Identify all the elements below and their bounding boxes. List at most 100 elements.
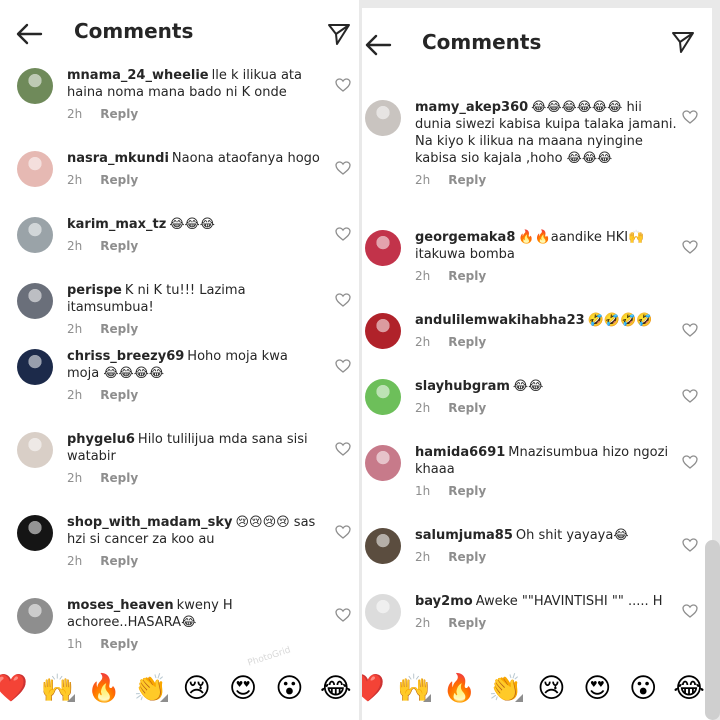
comment-text: chriss_breezy69 Hoho moja kwa moja 😂😂😂😂	[67, 348, 321, 382]
comment-list: mamy_akep360 😂😂😂😂😂😂 hii dunia siwezi kabi…	[362, 96, 712, 660]
comment-message: 😂😂	[512, 379, 544, 394]
like-heart-icon[interactable]	[682, 323, 698, 337]
heart-eyes-emoji[interactable]: 😍	[574, 673, 620, 704]
surprised-face-emoji[interactable]: 😮	[620, 673, 666, 704]
avatar[interactable]	[17, 151, 53, 187]
reply-button[interactable]: Reply	[100, 173, 138, 187]
red-heart-emoji[interactable]: ❤️	[0, 672, 34, 704]
comment-time: 2h	[67, 173, 83, 187]
comment-time: 1h	[415, 484, 431, 498]
comment-username[interactable]: nasra_mkundi	[67, 151, 169, 166]
quick-reactions-bar: ❤️ 🙌 🔥 👏 😢 😍 😮 😂	[362, 668, 712, 708]
comment-text: bay2mo Aweke ""HAVINTISHI "" ..... H	[415, 593, 682, 610]
crying-face-emoji[interactable]: 😢	[529, 673, 575, 704]
comment-item: perispe K ni K tu!!! Lazima itamsumbua! 2h…	[0, 279, 359, 345]
comment-username[interactable]: shop_with_madam_sky	[67, 515, 232, 530]
reply-button[interactable]: Reply	[448, 616, 486, 630]
avatar[interactable]	[17, 283, 53, 319]
like-heart-icon[interactable]	[335, 293, 351, 307]
raising-hands-emoji[interactable]: 🙌	[391, 672, 437, 704]
comment-message: 🤣🤣🤣🤣	[587, 313, 653, 328]
red-heart-emoji[interactable]: ❤️	[362, 672, 391, 704]
comment-username[interactable]: salumjuma85	[415, 528, 513, 543]
comment-username[interactable]: phygelu6	[67, 432, 135, 447]
reply-button[interactable]: Reply	[448, 401, 486, 415]
avatar[interactable]	[365, 230, 401, 266]
avatar[interactable]	[17, 68, 53, 104]
avatar[interactable]	[365, 313, 401, 349]
avatar[interactable]	[365, 445, 401, 481]
comment-username[interactable]: mnama_24_wheelie	[67, 68, 209, 83]
comment-meta: 2h Reply	[67, 553, 321, 570]
avatar[interactable]	[17, 515, 53, 551]
raising-hands-emoji[interactable]: 🙌	[34, 672, 80, 704]
like-heart-icon[interactable]	[682, 455, 698, 469]
comment-username[interactable]: mamy_akep360	[415, 100, 528, 115]
comment-username[interactable]: slayhubgram	[415, 379, 510, 394]
comments-panel-right: Comments mamy_akep360 😂😂😂😂😂😂 hii dunia si…	[362, 8, 712, 720]
like-heart-icon[interactable]	[335, 525, 351, 539]
like-heart-icon[interactable]	[335, 161, 351, 175]
comment-text: georgemaka8 🔥🔥aandike HKI🙌 itakuwa bomba	[415, 229, 682, 263]
avatar[interactable]	[365, 379, 401, 415]
reply-button[interactable]: Reply	[448, 173, 486, 187]
reply-button[interactable]: Reply	[100, 322, 138, 336]
avatar[interactable]	[365, 594, 401, 630]
surprised-face-emoji[interactable]: 😮	[266, 673, 312, 704]
clapping-hands-emoji[interactable]: 👏	[483, 672, 529, 704]
reply-button[interactable]: Reply	[100, 388, 138, 402]
comment-username[interactable]: karim_max_tz	[67, 217, 166, 232]
avatar[interactable]	[17, 217, 53, 253]
reply-button[interactable]: Reply	[100, 107, 138, 121]
like-heart-icon[interactable]	[682, 110, 698, 124]
reply-button[interactable]: Reply	[448, 269, 486, 283]
like-heart-icon[interactable]	[335, 608, 351, 622]
avatar[interactable]	[17, 432, 53, 468]
like-heart-icon[interactable]	[682, 538, 698, 552]
comment-username[interactable]: hamida6691	[415, 445, 505, 460]
like-heart-icon[interactable]	[682, 240, 698, 254]
comment-body: hamida6691 Mnazisumbua hizo ngozi khaaa 1h…	[415, 444, 682, 500]
like-heart-icon[interactable]	[335, 227, 351, 241]
reply-button[interactable]: Reply	[100, 554, 138, 568]
comment-item: mnama_24_wheelie lle k ilikua ata haina n…	[0, 64, 359, 147]
avatar[interactable]	[17, 598, 53, 634]
comment-username[interactable]: chriss_breezy69	[67, 349, 184, 364]
fire-emoji[interactable]: 🔥	[81, 672, 127, 704]
like-heart-icon[interactable]	[335, 78, 351, 92]
comment-meta: 2h Reply	[67, 106, 321, 123]
laughing-face-emoji[interactable]: 😂	[313, 673, 359, 704]
send-icon[interactable]	[326, 21, 352, 47]
reply-button[interactable]: Reply	[448, 550, 486, 564]
avatar[interactable]	[17, 349, 53, 385]
comment-item: shop_with_madam_sky 😢😢😢😢 sas hzi si cance…	[0, 511, 359, 594]
comment-text: phygelu6 Hilo tulilijua mda sana sisi wat…	[67, 431, 321, 465]
like-heart-icon[interactable]	[682, 389, 698, 403]
like-heart-icon[interactable]	[682, 604, 698, 618]
like-heart-icon[interactable]	[335, 359, 351, 373]
like-heart-icon[interactable]	[335, 442, 351, 456]
comment-body: karim_max_tz 😂😂😂 2h Reply	[67, 216, 321, 255]
reply-button[interactable]: Reply	[100, 471, 138, 485]
reply-button[interactable]: Reply	[100, 239, 138, 253]
comment-username[interactable]: perispe	[67, 283, 122, 298]
heart-eyes-emoji[interactable]: 😍	[220, 673, 266, 704]
comment-meta: 1h Reply	[415, 483, 682, 500]
comment-meta: 2h Reply	[415, 615, 682, 632]
reply-button[interactable]: Reply	[448, 335, 486, 349]
comment-username[interactable]: andulilemwakihabha23	[415, 313, 585, 328]
comment-item: moses_heaven kweny H achoree..HASARA😂 1h Re…	[0, 594, 359, 654]
clapping-hands-emoji[interactable]: 👏	[127, 672, 173, 704]
back-arrow-icon[interactable]	[15, 22, 43, 46]
comment-username[interactable]: bay2mo	[415, 594, 473, 609]
fire-emoji[interactable]: 🔥	[437, 672, 483, 704]
reply-button[interactable]: Reply	[448, 484, 486, 498]
reply-button[interactable]: Reply	[100, 637, 138, 651]
send-icon[interactable]	[670, 29, 696, 55]
comment-username[interactable]: moses_heaven	[67, 598, 174, 613]
comment-username[interactable]: georgemaka8	[415, 230, 515, 245]
avatar[interactable]	[365, 528, 401, 564]
crying-face-emoji[interactable]: 😢	[174, 673, 220, 704]
avatar[interactable]	[365, 100, 401, 136]
back-arrow-icon[interactable]	[364, 33, 392, 57]
